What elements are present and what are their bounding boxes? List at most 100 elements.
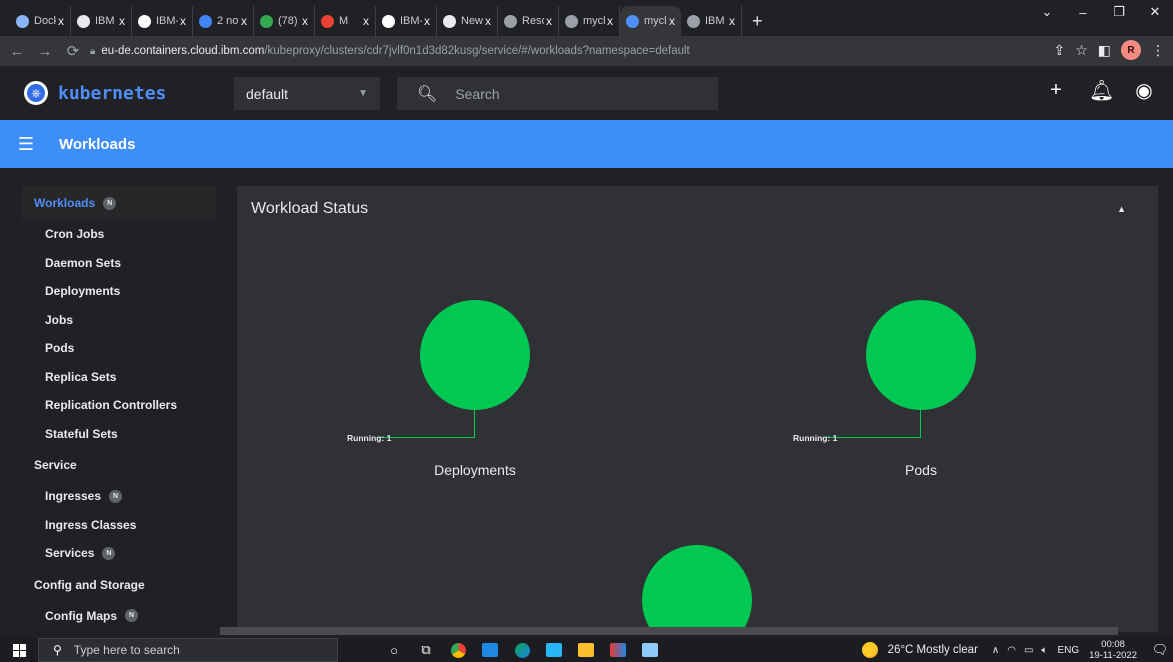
reload-icon[interactable]: ⟳ (62, 42, 84, 60)
tab-favicon-icon (626, 14, 639, 28)
tab-label: IBM- (400, 15, 422, 27)
tab-close-icon[interactable]: x (363, 14, 369, 28)
sidebar-item-label: Config Maps (45, 608, 117, 623)
tab-favicon-icon (443, 14, 456, 28)
windows-start-button[interactable] (0, 638, 38, 662)
browser-tab[interactable]: New x (437, 6, 498, 36)
sidebar-item-ingresses[interactable]: Ingresses N (22, 482, 216, 511)
workload-status-card: Workload Status ▲ Running: 1 Deployments R… (237, 186, 1158, 632)
file-explorer-icon[interactable] (570, 638, 602, 662)
browser-tab[interactable]: IBM x (681, 6, 742, 36)
weather-moon-icon (861, 642, 878, 658)
horizontal-scrollbar[interactable] (220, 627, 1118, 635)
tab-close-icon[interactable]: x (424, 14, 430, 28)
sidebar-section-workloads[interactable]: Workloads N (22, 186, 216, 220)
tab-favicon-icon (321, 14, 334, 28)
pie-slice-running[interactable] (420, 300, 530, 410)
collapse-caret-up-icon[interactable]: ▲ (1117, 204, 1126, 214)
back-arrow-icon[interactable]: ← (6, 43, 28, 60)
sidebar-item-services[interactable]: Services N (22, 539, 216, 568)
notifications-bell-icon[interactable]: 🔔︎ (1089, 78, 1114, 103)
language-indicator[interactable]: ENG (1057, 645, 1079, 656)
browser-tab[interactable]: IBM-x (132, 6, 193, 36)
tab-close-icon[interactable]: x (58, 14, 64, 28)
tab-close-icon[interactable]: x (607, 14, 613, 28)
sidebar-section-service[interactable]: Service (22, 448, 216, 482)
namespace-select[interactable]: default ▼ (234, 77, 380, 110)
sidebar-item-replication-controllers[interactable]: Replication Controllers (22, 391, 216, 420)
bookmark-star-icon[interactable]: ☆ (1075, 42, 1088, 59)
url-field[interactable]: 🔒︎ eu-de.containers.cloud.ibm.com /kubep… (90, 40, 970, 62)
browser-tab[interactable]: mycl x (620, 6, 681, 36)
pie-slice-running[interactable] (866, 300, 976, 410)
sidebar-item-jobs[interactable]: Jobs (22, 306, 216, 335)
tab-search-chevron-icon[interactable]: ⌄ (1029, 0, 1065, 24)
new-tab-button[interactable]: + (742, 6, 773, 36)
browser-tab[interactable]: 2 notx (193, 6, 254, 36)
sidebar-item-cron-jobs[interactable]: Cron Jobs (22, 220, 216, 249)
system-clock[interactable]: 00:08 19-11-2022 (1089, 639, 1137, 661)
pie-slice-running[interactable] (642, 545, 752, 632)
task-view-icon[interactable]: ⧉ (410, 638, 442, 662)
hamburger-menu-icon[interactable]: ☰ (14, 134, 38, 155)
tab-close-icon[interactable]: x (546, 14, 552, 28)
sidebar-item-replica-sets[interactable]: Replica Sets (22, 363, 216, 392)
create-plus-icon[interactable]: + (1045, 79, 1067, 102)
search-input[interactable] (455, 85, 696, 102)
windows-taskbar: ⚲ Type here to search ○ ⧉ 26°C Mostly cl… (0, 638, 1173, 662)
edge-icon[interactable] (506, 638, 538, 662)
sidebar-item-ingress-classes[interactable]: Ingress Classes (22, 511, 216, 540)
search-icon: ⚲ (53, 643, 62, 657)
wifi-icon[interactable]: ◠ (1007, 645, 1016, 656)
taskbar-search[interactable]: ⚲ Type here to search (38, 638, 338, 662)
sidebar-item-deployments[interactable]: Deployments (22, 277, 216, 306)
new-badge: N (102, 546, 116, 560)
store-icon[interactable] (538, 638, 570, 662)
tab-close-icon[interactable]: x (302, 14, 308, 28)
browser-tab[interactable]: (78) x (254, 6, 315, 36)
profile-avatar[interactable]: R (1121, 40, 1141, 60)
tab-close-icon[interactable]: x (180, 14, 186, 28)
sidebar-item-pods[interactable]: Pods (22, 334, 216, 363)
close-window-icon[interactable]: ✕ (1137, 0, 1173, 24)
share-icon[interactable]: ⇪ (1053, 42, 1065, 59)
k8s-toolbar: ⎈ kubernetes default ▼ 🔍︎ + 🔔︎ ◉ (0, 66, 1173, 120)
notifications-icon[interactable]: 🗨︎ (1147, 638, 1173, 662)
k8s-brand[interactable]: ⎈ kubernetes (24, 81, 224, 105)
tab-close-icon[interactable]: x (485, 14, 491, 28)
forward-arrow-icon[interactable]: → (34, 43, 56, 60)
side-panel-icon[interactable]: ◧ (1098, 42, 1111, 59)
browser-tab[interactable]: Resox (498, 6, 559, 36)
weather-widget[interactable]: 26°C Mostly clear (861, 642, 978, 658)
minimize-icon[interactable]: – (1065, 0, 1101, 24)
sidebar-item-daemon-sets[interactable]: Daemon Sets (22, 249, 216, 278)
tab-close-icon[interactable]: x (241, 14, 247, 28)
sidebar-item-label: Replica Sets (45, 369, 117, 384)
cortana-icon[interactable]: ○ (378, 638, 410, 662)
sidebar-item-label: Daemon Sets (45, 255, 122, 270)
browser-tab[interactable]: Dockx (10, 6, 71, 36)
sidebar-item-config-maps[interactable]: Config Maps N (22, 602, 216, 631)
pie-data-label: Running: 1 (347, 433, 392, 443)
sidebar-section-config-and-storage[interactable]: Config and Storage (22, 568, 216, 602)
vscode-like-app-icon[interactable] (602, 638, 634, 662)
chevron-up-icon[interactable]: ∧ (992, 645, 999, 656)
tab-close-icon[interactable]: x (119, 14, 125, 28)
chrome-icon[interactable] (442, 638, 474, 662)
browser-menu-icon[interactable]: ⋮ (1151, 42, 1165, 59)
tab-label: IBM- (156, 15, 178, 27)
restore-icon[interactable]: ❐ (1101, 0, 1137, 24)
battery-icon[interactable]: ▭ (1024, 645, 1033, 656)
browser-tab[interactable]: mycl x (559, 6, 620, 36)
notepad-app-icon[interactable] (634, 638, 666, 662)
mail-icon[interactable] (474, 638, 506, 662)
tab-close-icon[interactable]: x (729, 14, 735, 28)
volume-icon[interactable]: 🔈︎ (1041, 645, 1047, 656)
browser-tab[interactable]: IBM x (71, 6, 132, 36)
account-icon[interactable]: ◉ (1133, 78, 1155, 103)
tab-close-icon[interactable]: x (669, 14, 675, 28)
tab-label: 2 not (217, 15, 239, 27)
browser-tab[interactable]: Mx (315, 6, 376, 36)
browser-tab[interactable]: IBM-x (376, 6, 437, 36)
sidebar-item-stateful-sets[interactable]: Stateful Sets (22, 420, 216, 449)
